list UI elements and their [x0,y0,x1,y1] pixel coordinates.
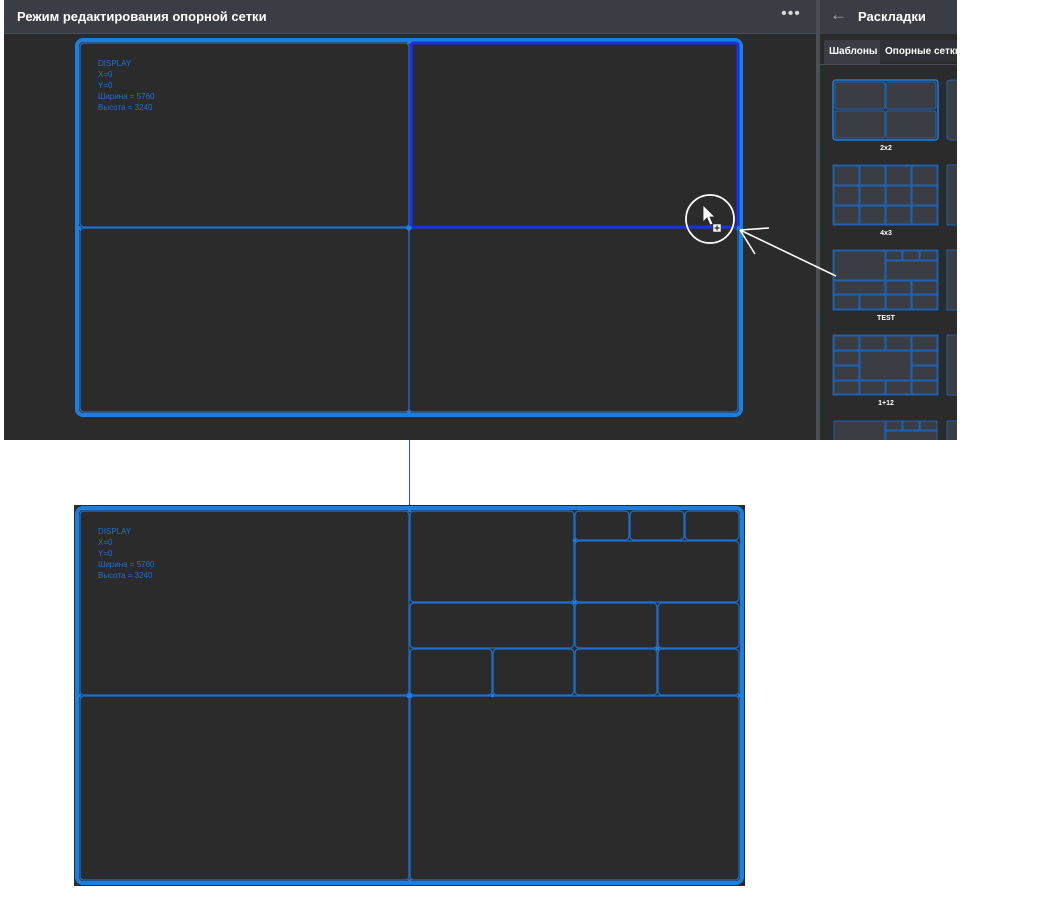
grid-junction [572,538,577,543]
grid-info-x: X=0 [98,538,113,547]
grid-junction [407,693,412,698]
grid-junction [738,693,742,698]
grid-junction [655,646,660,651]
grid-info-y: Y=0 [98,549,113,558]
result-grid-view: DISPLAY X=0 Y=0 Ширина = 5760 Высота = 3240 [74,505,745,886]
grid-junction [407,508,412,512]
grid-info-text: DISPLAY X=0 Y=0 Ширина = 5760 Высота = 3240 [98,526,155,581]
result-grid-canvas[interactable] [74,505,745,886]
grid-junction [77,693,81,698]
grid-junction [572,600,577,605]
grid-info-name: DISPLAY [98,527,132,536]
grid-info-height: Высота = 3240 [98,571,153,580]
drag-arrowhead [739,227,770,231]
grid-info-width: Ширина = 5760 [98,560,155,569]
grid-junction [407,879,412,883]
grid-junction [490,693,495,698]
